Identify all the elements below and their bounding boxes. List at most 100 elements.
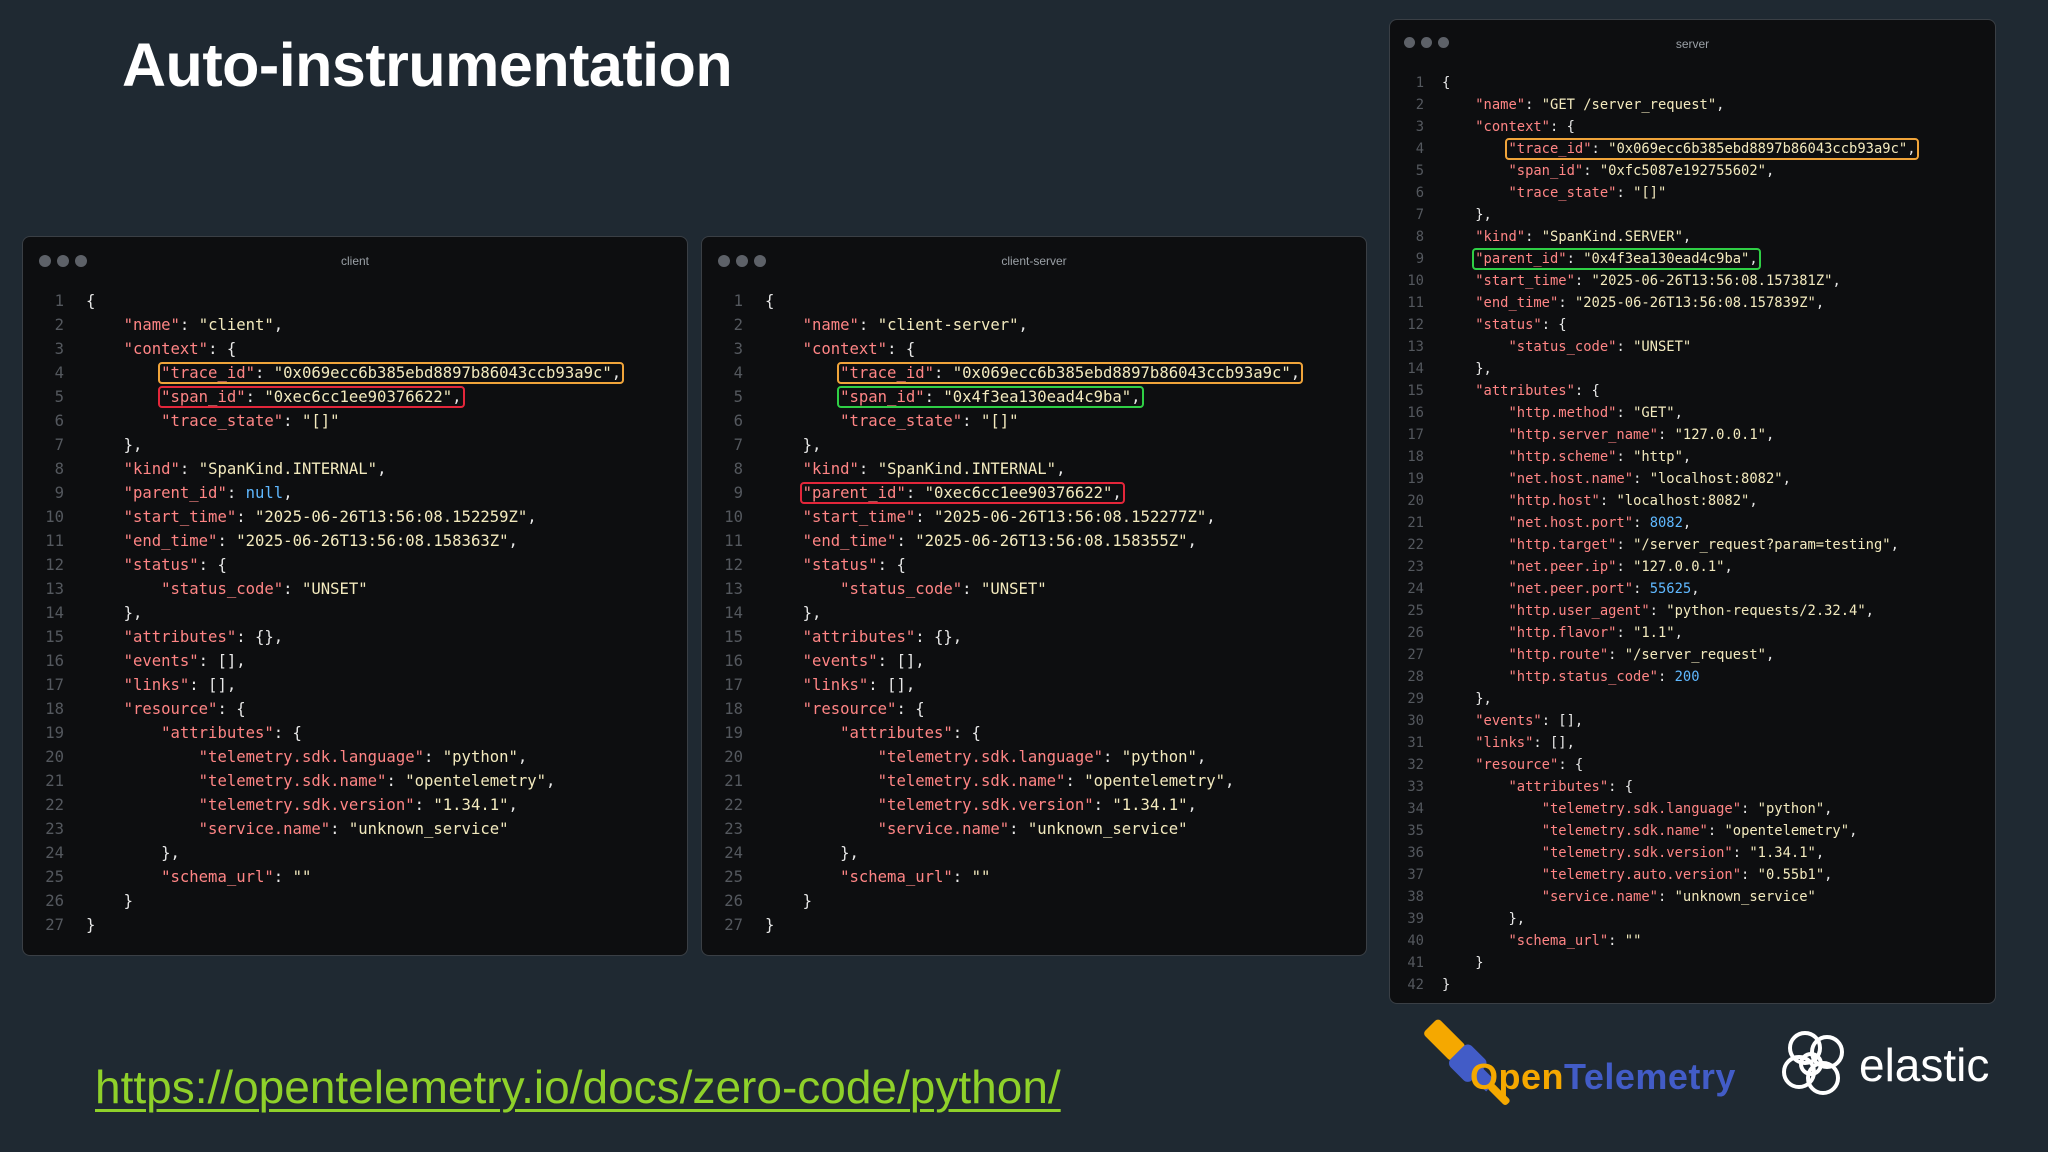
code-line: 15 "attributes": {},	[23, 625, 687, 649]
json-key: "http.method"	[1508, 405, 1617, 421]
json-string: "GET"	[1633, 405, 1675, 421]
code-line: 22 "telemetry.sdk.version": "1.34.1",	[23, 793, 687, 817]
json-key: "trace_id"	[1508, 141, 1592, 157]
json-key: "schema_url"	[1508, 933, 1609, 949]
json-punct: :	[1103, 748, 1122, 766]
line-content: "attributes": {	[1442, 380, 1600, 402]
code-line: 4 "trace_id": "0x069ecc6b385ebd8897b8604…	[23, 361, 687, 385]
json-punct: ,	[1196, 748, 1207, 766]
line-content: "resource": {	[86, 697, 246, 721]
json-punct: ,	[1765, 163, 1775, 179]
line-content: "trace_state": "[]"	[86, 409, 339, 433]
code-line: 6 "trace_state": "[]"	[702, 409, 1366, 433]
json-punct: },	[1475, 361, 1492, 377]
json-punct: :	[255, 364, 274, 382]
json-key: "attributes"	[802, 628, 916, 646]
json-punct: ,	[1056, 460, 1066, 478]
line-number: 15	[1407, 383, 1424, 399]
line-number: 1	[1415, 75, 1424, 91]
json-key: "net.peer.port"	[1508, 581, 1634, 597]
code-line: 16 "http.method": "GET",	[1390, 402, 1995, 424]
json-key: "events"	[1475, 713, 1542, 729]
json-punct: }	[765, 916, 775, 934]
json-key: "kind"	[123, 460, 180, 478]
line-number: 11	[724, 532, 743, 550]
code-line: 25 "schema_url": ""	[23, 865, 687, 889]
line-content: "telemetry.sdk.version": "1.34.1",	[765, 793, 1197, 817]
json-key: "status_code"	[840, 580, 963, 598]
json-key: "context"	[802, 340, 888, 358]
code-line: 6 "trace_state": "[]"	[23, 409, 687, 433]
line-content: "http.status_code": 200	[1442, 666, 1699, 688]
line-number: 4	[1415, 141, 1424, 157]
json-string: "0x069ecc6b385ebd8897b86043ccb93a9c"	[1608, 141, 1908, 157]
line-number: 26	[1407, 625, 1424, 641]
line-number: 7	[733, 436, 743, 454]
json-key: "start_time"	[802, 508, 916, 526]
code-line: 37 "telemetry.auto.version": "0.55b1",	[1390, 864, 1995, 886]
json-literal: 55625	[1649, 581, 1692, 597]
json-punct: :	[962, 580, 981, 598]
line-number: 2	[54, 316, 64, 334]
line-content: "service.name": "unknown_service"	[765, 817, 1188, 841]
line-number: 34	[1407, 801, 1424, 817]
json-punct: :	[1741, 801, 1758, 817]
json-punct: :	[217, 532, 237, 550]
json-code-block: 1{2 "name": "GET /server_request", 3 "con…	[1390, 65, 1995, 996]
line-content: "telemetry.sdk.version": "1.34.1",	[1442, 842, 1824, 864]
json-punct: : {	[1574, 383, 1600, 399]
window-titlebar: server	[1390, 20, 1995, 65]
json-key: "start_time"	[1475, 273, 1575, 289]
json-punct: ,	[508, 532, 518, 550]
code-line: 29 },	[1390, 688, 1995, 710]
line-number: 6	[1415, 185, 1424, 201]
line-content: }	[1442, 974, 1450, 996]
line-number: 8	[1415, 229, 1424, 245]
line-number: 21	[1407, 515, 1424, 531]
json-literal: null	[245, 484, 284, 502]
line-number: 11	[1407, 295, 1424, 311]
docs-link[interactable]: https://opentelemetry.io/docs/zero-code/…	[95, 1060, 1061, 1114]
code-line: 11 "end_time": "2025-06-26T13:56:08.1583…	[23, 529, 687, 553]
json-key: "end_time"	[123, 532, 218, 550]
json-string: "2025-06-26T13:56:08.158355Z"	[915, 532, 1188, 550]
line-content: "trace_id": "0x069ecc6b385ebd8897b86043c…	[1442, 138, 1919, 160]
line-number: 24	[1407, 581, 1424, 597]
json-code-block: 1{2 "name": "client", 3 "context": {4 "tr…	[23, 283, 687, 937]
json-punct: :	[1583, 163, 1600, 179]
json-punct: :	[386, 772, 406, 790]
code-line: 9 "parent_id": "0xec6cc1ee90376622",	[702, 481, 1366, 505]
json-punct: : [],	[877, 652, 925, 670]
json-punct: :	[1657, 889, 1675, 905]
code-line: 5 "span_id": "0xfc5087e192755602",	[1390, 160, 1995, 182]
json-string: "http"	[1633, 449, 1683, 465]
json-key: "end_time"	[802, 532, 897, 550]
code-line: 18 "resource": {	[23, 697, 687, 721]
code-line: 24 "net.peer.port": 55625,	[1390, 578, 1995, 600]
code-line: 23 "net.peer.ip": "127.0.0.1",	[1390, 556, 1995, 578]
json-string: "0x4f3ea130ead4c9ba"	[1583, 251, 1750, 267]
code-line: 28 "http.status_code": 200	[1390, 666, 1995, 688]
code-line: 8 "kind": "SpanKind.SERVER",	[1390, 226, 1995, 248]
elastic-logo: elastic	[1775, 1026, 2015, 1106]
line-number: 20	[1407, 493, 1424, 509]
json-punct: :	[283, 580, 302, 598]
json-punct: : {	[896, 700, 925, 718]
code-line: 14 },	[702, 601, 1366, 625]
json-punct: :	[952, 868, 972, 886]
json-key: "links"	[1475, 735, 1534, 751]
line-content: "links": [],	[1442, 732, 1575, 754]
json-punct: ,	[611, 364, 622, 382]
